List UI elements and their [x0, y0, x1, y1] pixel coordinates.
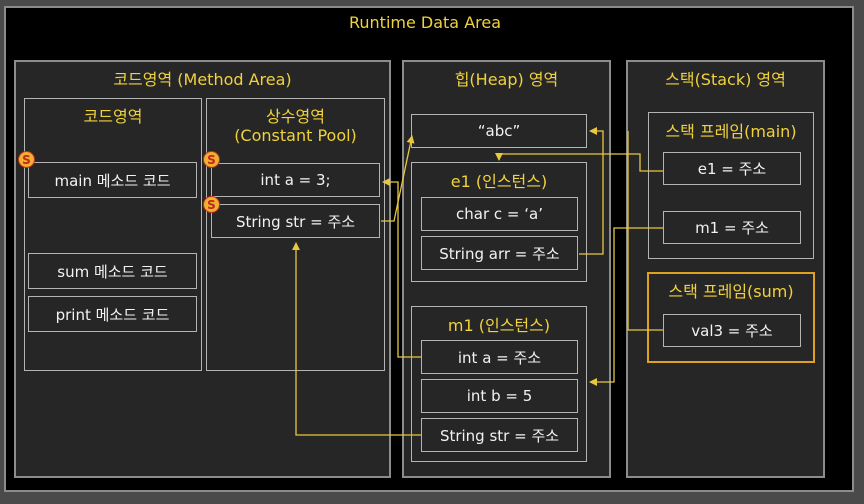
arrow-int-a-to-const: [382, 178, 421, 358]
arrow-arr-to-abc: [579, 127, 604, 255]
arrow-e1-to-instance: [495, 153, 663, 172]
arrow-const-str-to-abc: [381, 135, 415, 222]
arrow-m1-to-instance: [589, 227, 663, 386]
arrow-m1-str-to-const: [292, 242, 421, 436]
reference-arrows: [292, 127, 663, 436]
arrow-val3-to-abc: [627, 131, 663, 331]
